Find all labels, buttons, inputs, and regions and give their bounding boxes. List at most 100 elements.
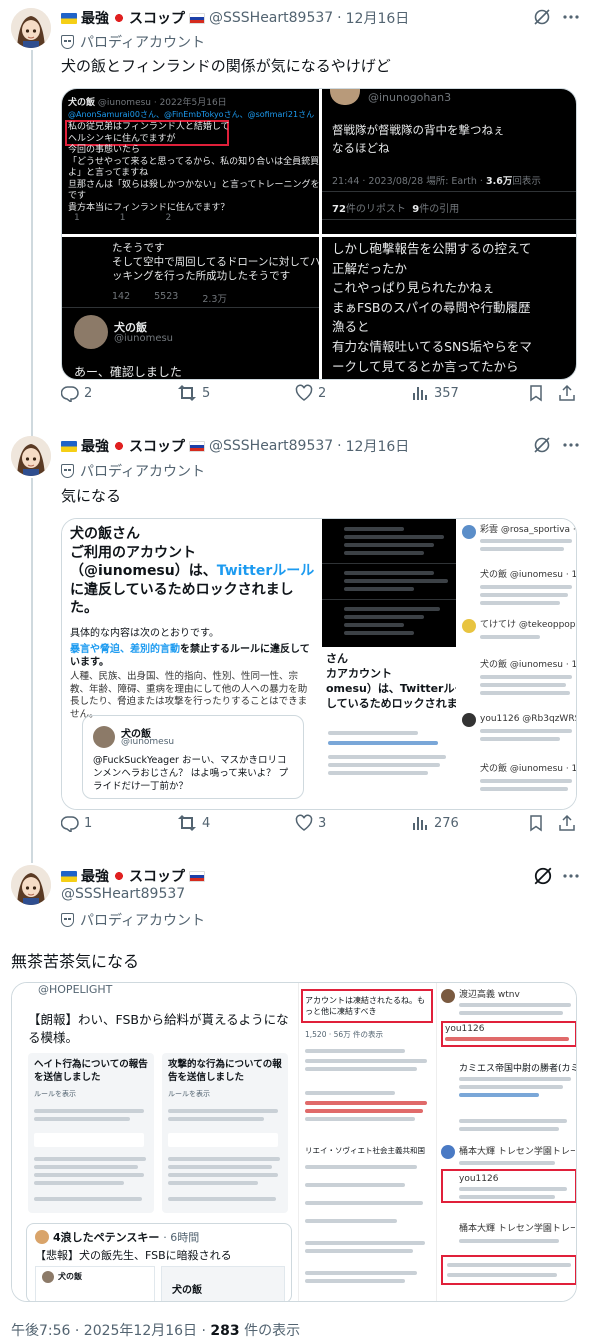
like-button[interactable]: 2 (295, 384, 326, 402)
twitter-rules-link[interactable]: Twitterルール (217, 563, 315, 579)
media-cell-middle[interactable]: さん カアカウント omesu）は、Twitterルール しているためロックされ… (322, 519, 456, 809)
quoted-tweet-card: 4浪したペテンスキー · 6時間 【悲報】犬の飯先生、FSBに暗殺される 犬の飯… (26, 1223, 292, 1301)
more-icon[interactable] (562, 867, 580, 885)
quoted-like-count: 2.3万 (202, 294, 227, 305)
avatar[interactable] (11, 436, 51, 476)
retweet-count: 4 (202, 815, 211, 831)
like-button[interactable]: 3 (295, 814, 326, 832)
reply-user: 犬の飯 @iunomesu · 11h (480, 764, 577, 774)
quoted-line: 正解だったか (332, 260, 408, 276)
media-cell-right[interactable]: 彩雲 @rosa_sportiva · 10h 犬の飯 @iunomesu · … (458, 519, 577, 809)
media-cell-bottom-right[interactable]: しかし砲撃報告を公開するの控えて 正解だったか これやっぱり見られたかねぇ まぁ… (322, 237, 576, 379)
quoted-line: まぁFSBのスパイの尋問や行動履歴 (332, 299, 531, 315)
tweet-media-grid[interactable]: 犬の飯さん ご利用のアカウント （@iunomesu）は、Twitterルール … (61, 518, 577, 810)
share-icon[interactable] (558, 384, 576, 402)
parody-label: パロディアカウント (61, 461, 205, 481)
tweet-text: 無茶苦茶気になる (11, 952, 140, 971)
more-icon[interactable] (562, 436, 580, 454)
lock-title-line: omesu）は、Twitterルール (326, 682, 456, 695)
report-card-left: ヘイト行為についての報告を送信しました ルールを表示 (28, 1053, 154, 1213)
quoted-meta: 21:44 · 2023/08/28 場所: Earth · (332, 176, 483, 187)
lock-detail: 具体的な内容は次のとおりです。 (70, 628, 219, 639)
middle-section: リエイ・ソヴィエト社会主義共和国 (305, 1146, 425, 1155)
avatar-partial (330, 89, 360, 105)
handle[interactable]: @SSSHeart89537 (209, 10, 333, 26)
reply-avatar (462, 525, 476, 539)
views-button[interactable]: 357 (411, 384, 459, 402)
parody-text: パロディアカウント (80, 35, 206, 51)
more-icon[interactable] (562, 8, 580, 26)
locked-tweet-card: 犬の飯 @iunomesu @FuckSuckYeager おーい、マスかきロリ… (82, 715, 304, 799)
violation-description: 人種、民族、出身国、性的指向、性別、性同一性、宗教、年齢、障碍、重病を理由にして… (70, 671, 308, 720)
display-name-suffix[interactable]: スコップ (129, 8, 185, 28)
tweet-media-grid[interactable]: @HOPELIGHT 【朗報】わい、FSBから給料が貰えるようになる模様。 ヘイ… (11, 982, 577, 1302)
retweet-icon (178, 815, 196, 831)
lock-title-line: ご利用のアカウント (70, 544, 196, 561)
tweet-date[interactable]: 12月16日 (346, 436, 410, 456)
quoted-quotes-label: 件の引用 (419, 204, 460, 215)
avatar[interactable] (11, 8, 51, 48)
retweet-button[interactable]: 4 (177, 814, 210, 832)
reply-button[interactable]: 1 (61, 814, 92, 832)
tweet-media-grid[interactable]: 犬の飯 @iunomesu · 2022年5月16日 @AnonSamurai0… (61, 88, 577, 380)
bookmark-icon[interactable] (528, 384, 544, 402)
tweet-author-row: 最強 スコップ @SSSHeart89537 · 12月16日 (61, 8, 409, 28)
reply-user: you1126 (445, 1024, 485, 1034)
avatar[interactable] (11, 865, 51, 905)
verified-off-icon[interactable] (533, 436, 551, 454)
tweet-date[interactable]: 12月16日 (346, 8, 410, 28)
quoted-line: 有力な情報吐いてるSNS垢やらをマ (332, 338, 532, 354)
quoted-reply-count: 142 (112, 291, 131, 302)
views-label: 件の表示 (244, 1323, 301, 1339)
media-cell-middle[interactable]: アカウントは凍結されたるね。もっと他に凍結すべき 1,520 · 56万 件の表… (298, 983, 434, 1301)
views-count: 276 (434, 815, 459, 831)
verified-off-icon[interactable] (533, 8, 551, 26)
media-cell-right[interactable]: 渡辺高義 wtnv you1126 カミエス帝国中尉の勝者(カミ生) 桶本大輝 … (436, 983, 576, 1301)
share-icon[interactable] (558, 814, 576, 832)
display-name[interactable]: 最強 (81, 436, 109, 456)
quoted-reply-count: 1 (74, 213, 80, 223)
handle[interactable]: @SSSHeart89537 (209, 438, 333, 454)
russia-flag-icon (189, 440, 205, 452)
quoted-views: 3.6万 (485, 176, 513, 187)
media-cell-bottom-left[interactable]: たそうです そして空中で周回してるドローンに対してハ ッキングを行った所成功した… (62, 237, 319, 379)
handle[interactable]: @SSSHeart89537 (61, 886, 185, 902)
media-cell-top-right[interactable]: @inunogohan3 督戦隊が督戦隊の背中を撃つねぇ なるほどね 21:44… (322, 89, 576, 234)
media-cell-top-left[interactable]: 犬の飯 @iunomesu · 2022年5月16日 @AnonSamurai0… (62, 89, 319, 234)
lock-title-line: に違反しているためロックされまし (70, 581, 294, 598)
bookmark-icon[interactable] (528, 814, 544, 832)
middle-header: アカウントは凍結されたるね。もっと他に凍結すべき (305, 996, 425, 1016)
separator-dot: · (337, 10, 342, 26)
like-icon (295, 384, 313, 401)
reply-button[interactable]: 2 (61, 384, 92, 402)
reply-user: 犬の飯 @iunomesu · 11h (480, 660, 577, 670)
violation-link[interactable]: 暴言や脅迫、差別的言動 (70, 644, 180, 655)
quoted-line: なるほどね (332, 141, 390, 155)
reply-user: 彩雲 @rosa_sportiva · 10h (480, 525, 576, 535)
tweet-text: 気になる (61, 487, 122, 505)
display-name[interactable]: 最強 (81, 866, 109, 886)
media-cell-left[interactable]: @HOPELIGHT 【朗報】わい、FSBから給料が貰えるようになる模様。 ヘイ… (12, 983, 296, 1301)
media-cell-left[interactable]: 犬の飯さん ご利用のアカウント （@iunomesu）は、Twitterルール … (62, 519, 320, 809)
tweet-timestamp-row: 午後7:56 · 2025年12月16日 · 283 件の表示 (11, 1320, 300, 1340)
quoted-time: 6時間 (170, 1231, 200, 1244)
display-name-suffix[interactable]: スコップ (129, 866, 185, 886)
quoted-reposts: 72 (332, 204, 346, 215)
parody-text: パロディアカウント (80, 913, 206, 929)
quoted-line: しかし砲撃報告を公開するの控えて (332, 241, 532, 256)
views-button[interactable]: 276 (411, 814, 459, 832)
quoted-line: 旦那さんは「奴らは殺しかつかない」と言ってトレーニングを開始した (68, 179, 319, 190)
tweet-text: 犬の飯とフィンランドの関係が気になるやけげど (61, 57, 391, 75)
russia-flag-icon (189, 12, 205, 24)
display-name-suffix[interactable]: スコップ (129, 436, 185, 456)
retweet-button[interactable]: 5 (177, 384, 210, 402)
verified-off-icon[interactable] (533, 866, 553, 886)
quoted-line: そして空中で周回してるドローンに対してハ (112, 256, 319, 268)
tweet-timestamp[interactable]: 午後7:56 · 2025年12月16日 · (11, 1323, 206, 1339)
reply-user: you1126 (459, 1174, 499, 1184)
reply-avatar (441, 989, 455, 1003)
tweet-author-row: 最強 スコップ (61, 866, 205, 886)
reply-user: you1126 @Rb3qzWRSAKSnoqk (480, 714, 576, 724)
display-name[interactable]: 最強 (81, 8, 109, 28)
quoted-handle: @inunogohan3 (368, 91, 452, 104)
